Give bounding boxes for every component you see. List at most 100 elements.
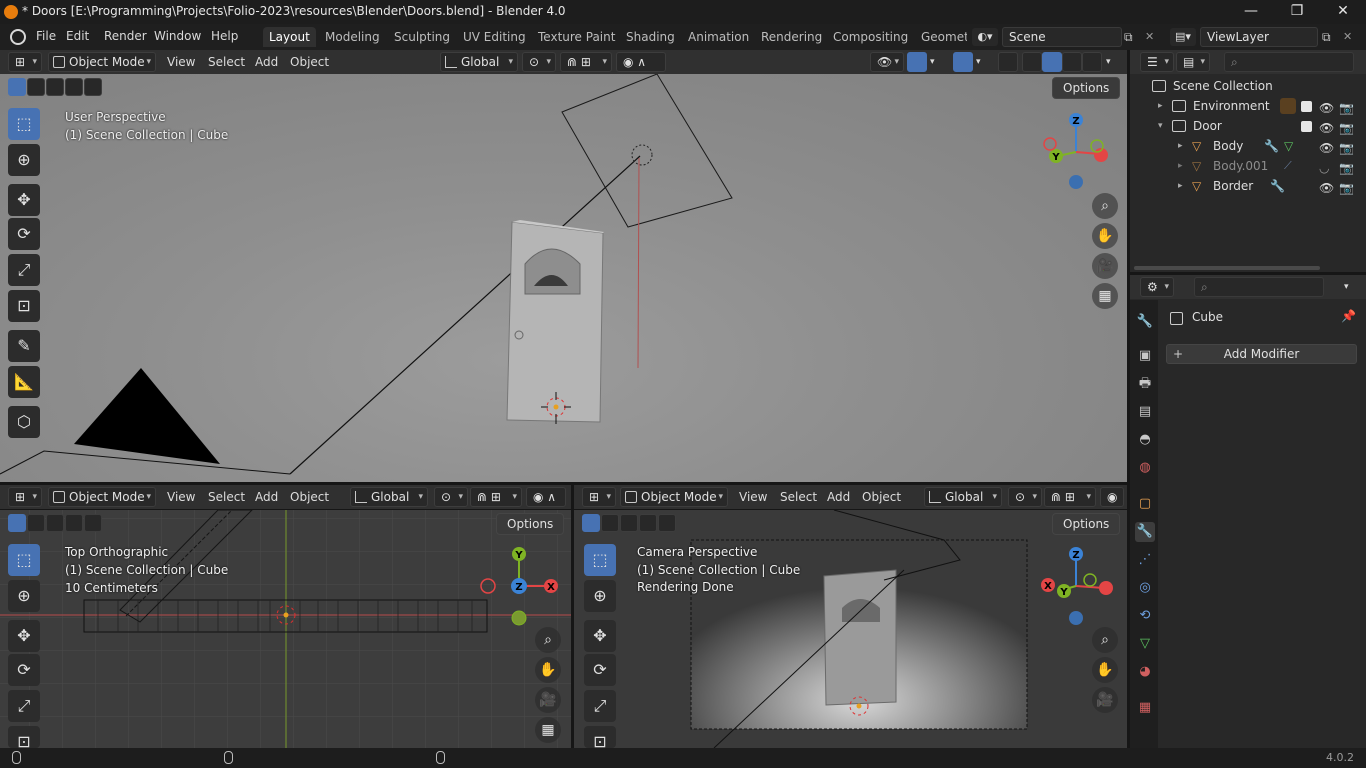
- view-layer-selector-icon[interactable]: ▤▾: [1170, 28, 1196, 46]
- render-camera-icon[interactable]: 📷: [1339, 178, 1354, 198]
- cursor-tool[interactable]: ⊕: [8, 144, 40, 176]
- orientation-dropdown[interactable]: Global ▾: [350, 487, 428, 507]
- view-menu[interactable]: View: [161, 52, 201, 72]
- view-layer-field[interactable]: ViewLayer: [1200, 27, 1318, 47]
- zoom-icon[interactable]: ⌕: [1092, 627, 1118, 653]
- select-box-tool[interactable]: ⬚: [584, 544, 616, 576]
- orientation-dropdown[interactable]: Global ▾: [440, 52, 518, 72]
- select-extend-icon[interactable]: [601, 514, 619, 532]
- select-invert-icon[interactable]: [639, 514, 657, 532]
- camera-viewport[interactable]: Options Camera Perspective (1) Scene Col…: [574, 510, 1127, 748]
- add-menu[interactable]: Add: [249, 487, 284, 507]
- rotate-tool[interactable]: ⟳: [8, 654, 40, 686]
- transform-tool[interactable]: ⊡: [584, 726, 616, 748]
- select-intersect-icon[interactable]: [658, 514, 676, 532]
- outliner-row-environment[interactable]: ▸ Environment 👁 📷: [1130, 96, 1366, 116]
- texture-tab-icon[interactable]: ▦: [1135, 698, 1155, 718]
- editor-type-dropdown[interactable]: ⊞ ▾: [8, 487, 42, 507]
- physics-tab-icon[interactable]: ◎: [1135, 578, 1155, 598]
- proportional-edit-dropdown[interactable]: ◉ ∧: [616, 52, 666, 72]
- exclude-checkbox[interactable]: [1301, 121, 1312, 132]
- tab-compositing[interactable]: Compositing: [827, 27, 914, 47]
- mode-dropdown[interactable]: Object Mode ▾: [48, 487, 156, 507]
- snap-dropdown[interactable]: ⋒ ⊞ ▾: [470, 487, 522, 507]
- expand-arrow-icon[interactable]: ▸: [1178, 156, 1183, 176]
- visibility-eye-icon[interactable]: 👁: [1319, 138, 1334, 158]
- options-button[interactable]: Options: [1052, 513, 1121, 535]
- mode-dropdown[interactable]: Object Mode ▾: [620, 487, 728, 507]
- menu-render[interactable]: Render: [104, 29, 147, 43]
- particles-tab-icon[interactable]: ⋰: [1135, 550, 1155, 570]
- data-tab-icon[interactable]: ▽: [1135, 634, 1155, 654]
- annotate-tool[interactable]: ✎: [8, 330, 40, 362]
- solid-shading-icon[interactable]: [1042, 52, 1062, 72]
- selection-mode-icons[interactable]: [8, 514, 104, 534]
- wireframe-shading-icon[interactable]: [1022, 52, 1042, 72]
- outliner-row-scene-collection[interactable]: Scene Collection: [1130, 76, 1366, 96]
- tab-animation[interactable]: Animation: [682, 27, 755, 47]
- editor-type-dropdown[interactable]: ⊞ ▾: [8, 52, 42, 72]
- select-subtract-icon[interactable]: [620, 514, 638, 532]
- visibility-dropdown[interactable]: 👁 ▾: [870, 52, 904, 72]
- modifier-tab-icon[interactable]: 🔧: [1135, 522, 1155, 542]
- select-invert-icon[interactable]: [65, 514, 83, 532]
- tab-texture-paint[interactable]: Texture Paint: [532, 27, 621, 47]
- visibility-eye-icon[interactable]: 👁: [1319, 178, 1334, 198]
- tab-rendering[interactable]: Rendering: [755, 27, 828, 47]
- maximize-button[interactable]: ❐: [1274, 0, 1320, 24]
- move-tool[interactable]: ✥: [8, 620, 40, 652]
- zoom-icon[interactable]: ⌕: [1092, 193, 1118, 219]
- snap-dropdown[interactable]: ⋒ ⊞ ▾: [560, 52, 612, 72]
- pivot-dropdown[interactable]: ⊙ ▾: [434, 487, 468, 507]
- tool-tab-icon[interactable]: 🔧: [1135, 312, 1155, 332]
- scale-tool[interactable]: ⤢: [8, 690, 40, 722]
- top-ortho-viewport[interactable]: Options Top Orthographic (1) Scene Colle…: [0, 510, 571, 748]
- collapse-arrow-icon[interactable]: ▾: [1158, 116, 1163, 136]
- menu-file[interactable]: File: [36, 29, 56, 43]
- material-tab-icon[interactable]: ◕: [1135, 662, 1155, 682]
- zoom-icon[interactable]: ⌕: [535, 627, 561, 653]
- output-tab-icon[interactable]: 🖶: [1135, 374, 1155, 394]
- select-box-tool[interactable]: ⬚: [8, 544, 40, 576]
- pivot-dropdown[interactable]: ⊙ ▾: [522, 52, 556, 72]
- outliner-search-field[interactable]: ⌕: [1224, 52, 1354, 72]
- gizmo-dropdown-icon[interactable]: ▾: [928, 52, 937, 72]
- select-box-tool[interactable]: ⬚: [8, 108, 40, 140]
- scale-tool[interactable]: ⤢: [584, 690, 616, 722]
- blender-menu-icon[interactable]: [10, 29, 26, 45]
- cursor-tool[interactable]: ⊕: [8, 580, 40, 612]
- measure-tool[interactable]: 📐: [8, 366, 40, 398]
- xray-toggle-icon[interactable]: [998, 52, 1018, 72]
- outliner-row-body[interactable]: ▸ ▽ Body 🔧 ▽ 👁 📷: [1130, 136, 1366, 156]
- select-new-icon[interactable]: [8, 514, 26, 532]
- navigation-gizmo[interactable]: Z Y: [1040, 110, 1116, 190]
- tab-geometry-nodes[interactable]: Geomet: [915, 27, 967, 47]
- scene-selector-icon[interactable]: ◐▾: [972, 28, 998, 46]
- menu-edit[interactable]: Edit: [66, 29, 89, 43]
- visibility-eye-icon[interactable]: 👁: [1319, 118, 1334, 138]
- overlay-toggle-icon[interactable]: [953, 52, 973, 72]
- outliner-row-body-001[interactable]: ▸ ▽ Body.001 ⟋ ◡ 📷: [1130, 156, 1366, 176]
- snap-dropdown[interactable]: ⋒ ⊞ ▾: [1044, 487, 1096, 507]
- select-menu[interactable]: Select: [202, 52, 251, 72]
- expand-arrow-icon[interactable]: ▸: [1178, 136, 1183, 156]
- move-tool[interactable]: ✥: [8, 184, 40, 216]
- pan-hand-icon[interactable]: ✋: [1092, 657, 1118, 683]
- add-menu[interactable]: Add: [249, 52, 284, 72]
- visibility-eye-icon[interactable]: 👁: [1319, 98, 1334, 118]
- render-camera-icon[interactable]: 📷: [1339, 138, 1354, 158]
- object-tab-icon[interactable]: ▢: [1135, 494, 1155, 514]
- shading-dropdown-icon[interactable]: ▾: [1104, 52, 1113, 72]
- add-cube-tool[interactable]: ⬡: [8, 406, 40, 438]
- outliner-editor-type-dropdown[interactable]: ☰ ▾: [1140, 52, 1174, 72]
- move-tool[interactable]: ✥: [584, 620, 616, 652]
- camera-view-icon[interactable]: 🎥: [535, 687, 561, 713]
- tab-sculpting[interactable]: Sculpting: [388, 27, 456, 47]
- selection-mode-icons[interactable]: [582, 514, 678, 534]
- proportional-edit-dropdown[interactable]: ◉: [1100, 487, 1124, 507]
- camera-view-icon[interactable]: 🎥: [1092, 253, 1118, 279]
- cursor-tool[interactable]: ⊕: [584, 580, 616, 612]
- render-camera-icon[interactable]: 📷: [1339, 118, 1354, 138]
- editor-type-dropdown[interactable]: ⊞ ▾: [582, 487, 616, 507]
- close-button[interactable]: ✕: [1320, 0, 1366, 24]
